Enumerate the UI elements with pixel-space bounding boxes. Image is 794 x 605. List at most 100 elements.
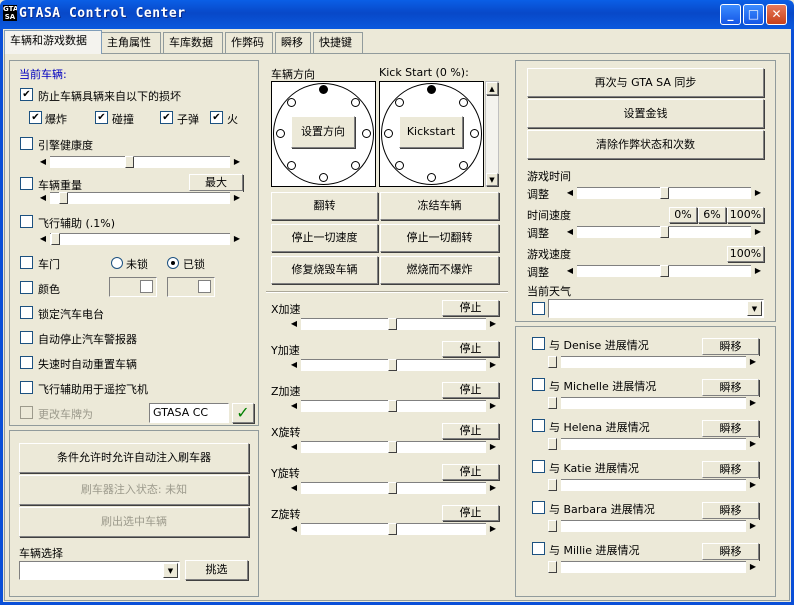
tab-player-stats[interactable]: 主角属性 [101, 32, 161, 53]
gf-michelle-slider[interactable]: ◀▶ [548, 396, 759, 410]
game-speed-100-button[interactable]: 100% [727, 246, 764, 262]
freeze-button[interactable]: 冻结车辆 [380, 192, 499, 220]
tab-teleport[interactable]: 瞬移 [275, 32, 311, 53]
auto-stop-alarm-checkbox[interactable] [20, 331, 33, 344]
clear-cheats-button[interactable]: 清除作弊状态和次数 [527, 130, 764, 159]
arrow-right-icon[interactable]: ▶ [747, 397, 759, 409]
tab-vehicle-game-data[interactable]: 车辆和游戏数据 [4, 30, 102, 54]
chevron-down-icon[interactable]: ▼ [163, 563, 178, 578]
spawn-vehicle-button[interactable]: 刷出选中车辆 [19, 507, 249, 537]
collision-checkbox[interactable]: ✔ [95, 111, 108, 124]
time-speed-6-button[interactable]: 6% [698, 207, 726, 223]
z-rot-stop-button[interactable]: 停止 [442, 505, 499, 521]
arrow-left-icon[interactable]: ◀ [288, 482, 300, 494]
apply-plate-icon[interactable]: ✓ [232, 403, 254, 423]
tab-cheats[interactable]: 作弊码 [225, 32, 273, 53]
gf-michelle-checkbox[interactable] [532, 378, 545, 391]
arrow-right-icon[interactable]: ▶ [487, 482, 499, 494]
injector-status-button[interactable]: 刷车器注入状态: 未知 [19, 475, 249, 505]
flip-button[interactable]: 翻转 [271, 192, 378, 220]
z-accel-slider[interactable]: ◀ ▶ [288, 399, 499, 413]
arrow-left-icon[interactable]: ◀ [288, 318, 300, 330]
arrow-left-icon[interactable]: ◀ [288, 441, 300, 453]
maximize-button[interactable]: □ [743, 4, 764, 25]
time-speed-0-button[interactable]: 0% [669, 207, 697, 223]
pick-vehicle-button[interactable]: 挑选 [185, 560, 248, 580]
engine-health-slider[interactable]: ◀ ▶ [37, 155, 243, 169]
arrow-right-icon[interactable]: ▶ [487, 359, 499, 371]
arrow-right-icon[interactable]: ▶ [747, 438, 759, 450]
burn-no-explode-button[interactable]: 燃烧而不爆炸 [380, 256, 499, 284]
arrow-left-icon[interactable]: ◀ [37, 192, 49, 204]
kickstart-dial[interactable]: Kickstart [379, 81, 484, 187]
lock-radio-checkbox[interactable] [20, 306, 33, 319]
fire-checkbox[interactable]: ✔ [210, 111, 223, 124]
change-plate-checkbox[interactable] [20, 406, 33, 419]
time-speed-100-button[interactable]: 100% [727, 207, 764, 223]
engine-health-checkbox[interactable] [20, 137, 33, 150]
kickstart-scrollbar[interactable]: ▲ ▼ [485, 81, 499, 187]
doors-checkbox[interactable] [20, 256, 33, 269]
arrow-right-icon[interactable]: ▶ [752, 226, 764, 238]
kickstart-button[interactable]: Kickstart [399, 116, 463, 148]
plate-input[interactable]: GTASA CC [149, 403, 229, 423]
arrow-right-icon[interactable]: ▶ [752, 187, 764, 199]
direction-dial[interactable]: 设置方向 [271, 81, 376, 187]
weather-dropdown[interactable]: ▼ [548, 299, 764, 318]
gf-denise-teleport-button[interactable]: 瞬移 [702, 338, 759, 355]
gf-millie-slider[interactable]: ◀▶ [548, 560, 759, 574]
x-accel-stop-button[interactable]: 停止 [442, 300, 499, 316]
resync-button[interactable]: 再次与 GTA SA 同步 [527, 68, 764, 97]
z-accel-stop-button[interactable]: 停止 [442, 382, 499, 398]
time-speed-slider[interactable]: ◀ ▶ [564, 225, 764, 239]
color-primary-picker[interactable] [109, 277, 157, 297]
protect-damage-checkbox[interactable]: ✔ [20, 88, 33, 101]
arrow-right-icon[interactable]: ▶ [487, 441, 499, 453]
arrow-right-icon[interactable]: ▶ [487, 318, 499, 330]
arrow-right-icon[interactable]: ▶ [231, 233, 243, 245]
unlocked-radio[interactable] [111, 257, 123, 269]
scroll-up-icon[interactable]: ▲ [486, 82, 498, 95]
color-checkbox[interactable] [20, 281, 33, 294]
explosion-checkbox[interactable]: ✔ [29, 111, 42, 124]
arrow-left-icon[interactable]: ◀ [37, 156, 49, 168]
gf-michelle-teleport-button[interactable]: 瞬移 [702, 379, 759, 396]
weather-checkbox[interactable] [532, 302, 545, 315]
arrow-left-icon[interactable]: ◀ [288, 523, 300, 535]
vehicle-weight-slider[interactable]: ◀ ▶ [37, 191, 243, 205]
gf-katie-teleport-button[interactable]: 瞬移 [702, 461, 759, 478]
z-rot-slider[interactable]: ◀ ▶ [288, 522, 499, 536]
gf-denise-slider[interactable]: ◀▶ [548, 355, 759, 369]
arrow-left-icon[interactable]: ◀ [564, 265, 576, 277]
vehicle-select-dropdown[interactable]: ▼ [19, 561, 180, 580]
y-rot-slider[interactable]: ◀ ▶ [288, 481, 499, 495]
gf-barbara-teleport-button[interactable]: 瞬移 [702, 502, 759, 519]
gf-millie-checkbox[interactable] [532, 542, 545, 555]
arrow-left-icon[interactable]: ◀ [37, 233, 49, 245]
arrow-right-icon[interactable]: ▶ [747, 356, 759, 368]
set-money-button[interactable]: 设置金钱 [527, 99, 764, 128]
arrow-right-icon[interactable]: ▶ [487, 523, 499, 535]
max-weight-button[interactable]: 最大 [189, 174, 243, 191]
arrow-right-icon[interactable]: ▶ [747, 520, 759, 532]
gf-helena-checkbox[interactable] [532, 419, 545, 432]
game-speed-slider[interactable]: ◀ ▶ [564, 264, 764, 278]
y-rot-stop-button[interactable]: 停止 [442, 464, 499, 480]
gf-millie-teleport-button[interactable]: 瞬移 [702, 543, 759, 560]
gf-denise-checkbox[interactable] [532, 337, 545, 350]
arrow-left-icon[interactable]: ◀ [564, 187, 576, 199]
color-secondary-picker[interactable] [167, 277, 215, 297]
stop-flip-button[interactable]: 停止一切翻转 [380, 224, 499, 252]
stop-speed-button[interactable]: 停止一切速度 [271, 224, 378, 252]
arrow-right-icon[interactable]: ▶ [231, 192, 243, 204]
arrow-right-icon[interactable]: ▶ [747, 561, 759, 573]
flight-remote-checkbox[interactable] [20, 381, 33, 394]
locked-radio[interactable] [167, 257, 179, 269]
scroll-down-icon[interactable]: ▼ [486, 173, 498, 186]
arrow-right-icon[interactable]: ▶ [487, 400, 499, 412]
arrow-right-icon[interactable]: ▶ [752, 265, 764, 277]
arrow-left-icon[interactable]: ◀ [288, 359, 300, 371]
inject-condition-button[interactable]: 条件允许时允许自动注入刷车器 [19, 443, 249, 473]
chevron-down-icon[interactable]: ▼ [747, 301, 762, 316]
auto-reset-checkbox[interactable] [20, 356, 33, 369]
